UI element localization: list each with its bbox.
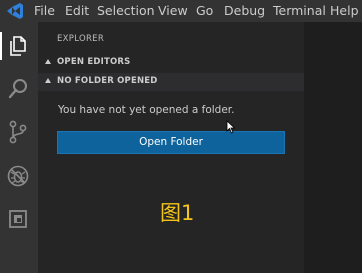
figure-caption: 图1 (160, 201, 195, 225)
menu-edit[interactable]: Edit (65, 3, 89, 18)
active-view-indicator (0, 32, 2, 60)
menu-view[interactable]: View (158, 3, 188, 18)
open-folder-button[interactable]: Open Folder (57, 131, 285, 154)
menu-file[interactable]: File (34, 3, 55, 18)
no-folder-message: You have not yet opened a folder. (58, 104, 235, 116)
search-icon[interactable] (5, 76, 31, 102)
section-label-open-editors: OPEN EDITORS (57, 57, 131, 67)
mouse-pointer-icon (226, 120, 236, 134)
explorer-sidebar: EXPLORER OPEN EDITORS NO FOLDER OPENED Y… (38, 22, 304, 273)
files-icon[interactable] (5, 33, 31, 59)
chevron-up-icon (45, 78, 51, 83)
menu-bar: File Edit Selection View Go Debug Termin… (0, 0, 362, 22)
source-control-icon[interactable] (5, 119, 31, 145)
debug-icon[interactable] (5, 163, 31, 189)
menu-go[interactable]: Go (196, 3, 213, 18)
section-open-editors[interactable]: OPEN EDITORS (38, 54, 304, 72)
chevron-up-icon (45, 59, 51, 64)
menu-debug[interactable]: Debug (224, 3, 265, 18)
section-no-folder-opened[interactable]: NO FOLDER OPENED (38, 73, 304, 91)
extensions-icon[interactable] (5, 206, 31, 232)
section-label-no-folder: NO FOLDER OPENED (57, 76, 158, 86)
editor-area (304, 22, 362, 273)
menu-terminal[interactable]: Terminal (273, 3, 326, 18)
sidebar-title: EXPLORER (57, 34, 105, 44)
activity-bar (0, 22, 38, 273)
vscode-logo-icon (7, 3, 23, 19)
menu-help[interactable]: Help (330, 3, 359, 18)
menu-selection[interactable]: Selection (97, 3, 155, 18)
